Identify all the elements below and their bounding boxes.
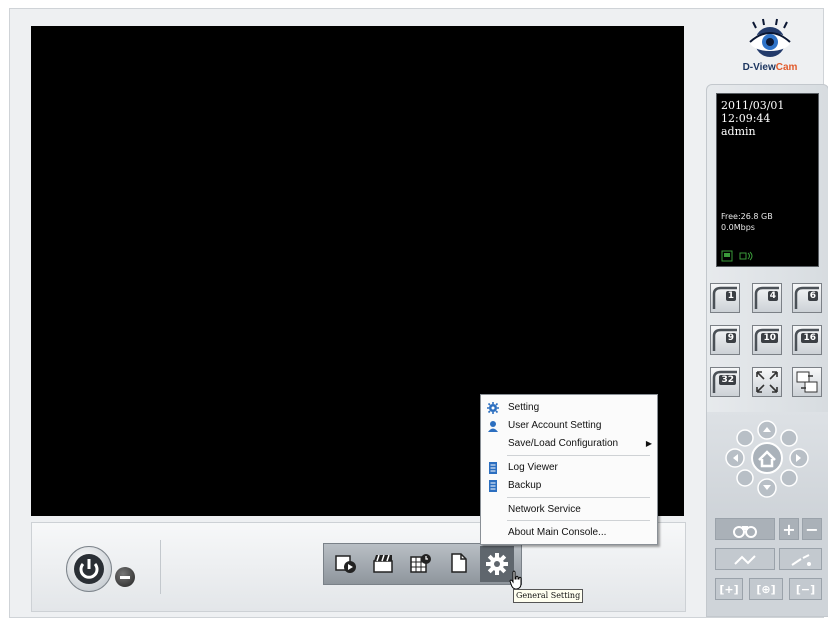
dviewcam-logo: D-ViewCam — [724, 18, 816, 80]
menu-item-label: Setting — [508, 402, 540, 413]
binoculars-button[interactable] — [715, 518, 775, 540]
document-icon — [451, 553, 467, 573]
menu-separator — [507, 455, 650, 456]
clapper-icon — [373, 554, 393, 573]
layout-button-label: 16 — [801, 333, 818, 343]
zoom-in-button[interactable]: + — [779, 518, 799, 540]
menu-item-network-service[interactable]: Network Service — [481, 501, 657, 519]
tooltip: General Setting — [513, 589, 584, 603]
backup-icon — [489, 480, 497, 492]
menu-item-label: Log Viewer — [508, 462, 558, 473]
datetime-user: 2011/03/01 12:09:44 admin — [721, 99, 784, 138]
binoculars-icon — [733, 526, 757, 538]
menu-item-label: About Main Console... — [508, 527, 607, 538]
report-button[interactable] — [445, 550, 473, 576]
patrol-button[interactable] — [715, 548, 775, 570]
schedule-icon — [410, 554, 431, 573]
menu-item-backup[interactable]: Backup — [481, 477, 657, 495]
menu-item-label: User Account Setting — [508, 420, 602, 431]
digital-zoom-out-button[interactable]: [−] — [789, 578, 822, 600]
focus-frame-icon: [⊕] — [756, 583, 776, 596]
submenu-arrow-icon: ▶ — [645, 439, 652, 448]
menu-item-label: Backup — [508, 480, 542, 491]
status-indicators-icon — [721, 250, 753, 262]
layout-button-label: 4 — [767, 291, 778, 301]
menu-item-save-load-configuration[interactable]: Save/Load Configuration ▶ — [481, 435, 657, 453]
menu-item-label: Save/Load Configuration — [508, 438, 619, 449]
layout-button-16[interactable]: 16 — [792, 325, 822, 355]
status-user: admin — [721, 125, 756, 138]
swap-view-icon — [796, 371, 818, 393]
layout-button-label: 32 — [719, 375, 736, 385]
menu-separator — [507, 520, 650, 521]
ptz-dpad-icon[interactable] — [707, 412, 828, 514]
zoom-control-panel: + − [+] [⊕] [−] — [706, 514, 828, 617]
bandwidth: 0.0Mbps — [721, 223, 755, 232]
panel-divider — [160, 540, 161, 594]
menu-item-user-account-setting[interactable]: User Account Setting — [481, 417, 657, 435]
minus-icon — [120, 576, 130, 579]
layout-button-1[interactable]: 1 — [710, 283, 740, 313]
gear-icon — [486, 553, 508, 575]
zoom-out-frame-icon: [−] — [795, 583, 816, 596]
menu-item-setting[interactable]: Setting — [481, 399, 657, 417]
power-button[interactable] — [66, 546, 112, 592]
layout-button-10[interactable]: 10 — [752, 325, 782, 355]
free-space: Free:26.8 GB — [721, 212, 773, 221]
zoom-out-button[interactable]: − — [802, 518, 822, 540]
zoom-in-frame-icon: [+] — [719, 583, 739, 596]
menu-separator — [507, 497, 650, 498]
patrol-path-icon — [734, 555, 756, 565]
preset-path-icon — [790, 554, 811, 566]
menu-item-about-main-console[interactable]: About Main Console... — [481, 524, 657, 542]
record-button[interactable] — [369, 550, 397, 576]
hand-cursor-icon — [509, 570, 522, 590]
brand-name: D-ViewCam — [742, 62, 798, 73]
user-icon — [488, 421, 498, 432]
center-focus-button[interactable]: [⊕] — [749, 578, 783, 600]
playback-button[interactable] — [332, 550, 360, 576]
fullscreen-icon — [756, 371, 778, 393]
status-time: 12:09:44 — [721, 112, 771, 125]
layout-button-4[interactable]: 4 — [752, 283, 782, 313]
schedule-button[interactable] — [407, 550, 435, 576]
minimize-button[interactable] — [115, 567, 135, 587]
menu-item-log-viewer[interactable]: Log Viewer — [481, 459, 657, 477]
layout-button-swap-view[interactable] — [792, 367, 822, 397]
status-display: 2011/03/01 12:09:44 admin Free:26.8 GB 0… — [716, 93, 819, 267]
settings-context-menu: Setting User Account Setting Save/Load C… — [480, 394, 658, 545]
layout-button-fullscreen[interactable] — [752, 367, 782, 397]
playback-icon — [335, 555, 356, 573]
layout-button-6[interactable]: 6 — [792, 283, 822, 313]
power-icon — [74, 554, 104, 584]
layout-button-label: 6 — [807, 291, 818, 301]
layout-button-label: 9 — [725, 333, 736, 343]
layout-button-32[interactable]: 32 — [710, 367, 740, 397]
preset-button[interactable] — [779, 548, 822, 570]
gear-icon — [487, 402, 499, 414]
digital-zoom-in-button[interactable]: [+] — [715, 578, 743, 600]
function-toolbar — [323, 543, 522, 585]
ptz-control-panel — [706, 412, 828, 514]
layout-button-label: 1 — [725, 291, 736, 301]
eye-logo-icon — [749, 18, 791, 57]
status-date: 2011/03/01 — [721, 99, 785, 112]
layout-button-9[interactable]: 9 — [710, 325, 740, 355]
menu-item-label: Network Service — [508, 504, 581, 515]
layout-button-label: 10 — [761, 333, 778, 343]
log-icon — [489, 462, 497, 474]
